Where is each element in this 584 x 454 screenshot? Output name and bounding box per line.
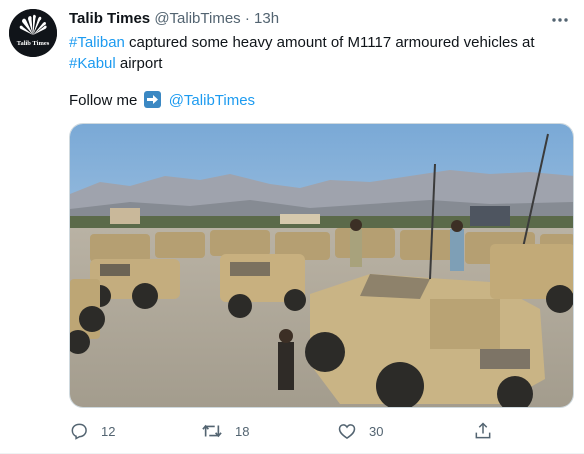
right-arrow-emoji-icon	[143, 91, 161, 108]
more-dots-icon[interactable]	[550, 10, 570, 30]
hashtag-kabul[interactable]: #Kabul	[69, 55, 116, 72]
reply-count: 12	[101, 423, 116, 439]
armoured-vehicles-photo	[70, 124, 573, 407]
follow-mention-link[interactable]: @TalibTimes	[169, 92, 255, 109]
reply-icon	[71, 423, 87, 440]
like-count: 30	[369, 423, 384, 439]
tweet-text: #Taliban captured some heavy amount of M…	[69, 32, 569, 74]
author-handle[interactable]: @TalibTimes	[154, 10, 240, 27]
retweet-count: 18	[235, 423, 250, 439]
tweet-time[interactable]: 13h	[254, 10, 279, 27]
tweet-header: Talib Times @TalibTimes · 13h	[69, 9, 279, 29]
avatar[interactable]: Talib Times	[9, 9, 57, 57]
tweet-actions: 12 18 30	[69, 420, 509, 442]
share-button[interactable]	[473, 420, 505, 442]
avatar-text: Talib Times	[17, 40, 50, 47]
follow-label: Follow me	[69, 92, 138, 109]
hashtag-taliban[interactable]: #Taliban	[69, 34, 125, 51]
retweet-icon	[202, 424, 222, 438]
reply-button[interactable]: 12	[69, 420, 115, 442]
separator-dot: ·	[244, 10, 250, 27]
tweet-card[interactable]: Talib Times Talib Times @TalibTimes · 13…	[0, 0, 584, 454]
tweet-text-part1: captured some heavy amount of M1117 armo…	[124, 34, 535, 51]
like-button[interactable]: 30	[337, 420, 383, 442]
retweet-button[interactable]: 18	[201, 420, 249, 442]
author-name[interactable]: Talib Times	[69, 10, 150, 27]
tweet-text-part2: airport	[115, 55, 163, 72]
heart-icon	[338, 424, 356, 439]
follow-line: Follow me @TalibTimes	[69, 90, 255, 111]
talib-times-logo: Talib Times	[9, 9, 57, 57]
tweet-photo[interactable]	[69, 123, 574, 408]
share-icon	[475, 422, 491, 439]
